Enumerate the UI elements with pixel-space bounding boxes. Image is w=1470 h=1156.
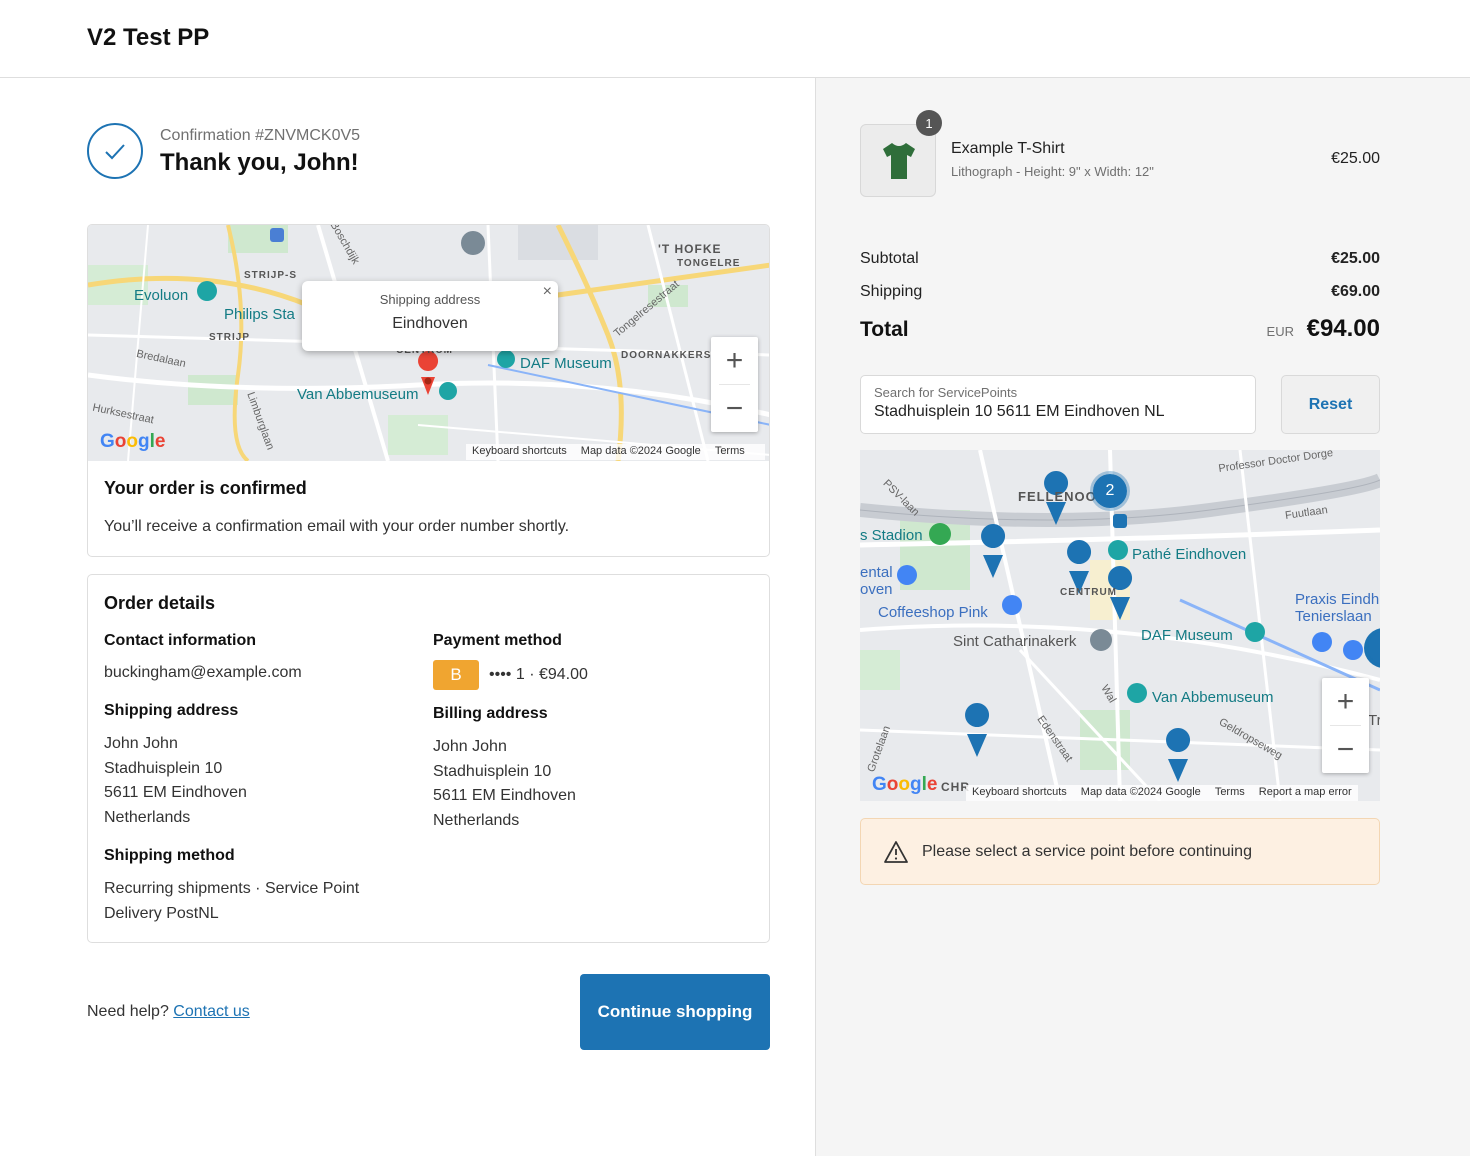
confirmation-number: Confirmation #ZNVMCK0V5 xyxy=(160,127,361,144)
thank-you-heading: Thank you, John! xyxy=(160,149,359,176)
tshirt-icon xyxy=(883,143,915,179)
map-label: Van Abbemuseum xyxy=(1152,689,1274,706)
order-details-card: Order details Contact information buckin… xyxy=(87,574,770,943)
info-window-city: Eindhoven xyxy=(392,315,468,332)
terms-link[interactable]: Terms xyxy=(1215,786,1245,798)
product-name: Example T-Shirt xyxy=(951,140,1065,157)
map-data-text: Map data ©2024 Google xyxy=(1080,786,1201,798)
map-label: Sint Catharinakerk xyxy=(953,633,1077,650)
zoom-in-button[interactable]: + xyxy=(1322,678,1369,725)
warning-text: Please select a service point before con… xyxy=(922,843,1252,860)
zoom-out-button[interactable]: − xyxy=(711,385,758,432)
map-label: DOORNAKKERS xyxy=(621,350,712,361)
reset-button[interactable]: Reset xyxy=(1281,375,1380,434)
map-attribution: Keyboard shortcuts Map data ©2024 Google T… xyxy=(466,444,765,460)
keyboard-shortcuts-link[interactable]: Keyboard shortcuts xyxy=(972,786,1067,798)
shipping-address-info-window: Shipping address Eindhoven × xyxy=(302,281,558,351)
product-price: €25.00 xyxy=(1331,150,1380,167)
store-name[interactable]: V2 Test PP xyxy=(87,24,209,52)
map-label: oven xyxy=(860,581,893,598)
map-label: Van Abbemuseum xyxy=(297,386,419,403)
billing-address: John John Stadhuisplein 10 5611 EM Eindh… xyxy=(433,738,576,829)
continue-shopping-button[interactable]: Continue shopping xyxy=(580,974,770,1050)
map-label: TONGELRE xyxy=(677,258,741,269)
google-logo[interactable]: Google xyxy=(872,774,937,796)
warning-icon xyxy=(884,841,908,863)
map-label: DAF Museum xyxy=(520,355,612,372)
quantity-badge: 1 xyxy=(916,110,942,136)
total-label: Total xyxy=(860,318,909,341)
report-map-error-link[interactable]: Report a map error xyxy=(1259,786,1352,798)
map-zoom-controls: + − xyxy=(711,337,758,432)
contact-heading: Contact information xyxy=(104,632,256,649)
total-currency: EUR xyxy=(1266,324,1294,339)
search-label: Search for ServicePoints xyxy=(874,385,1018,400)
map-label: STRIJP-S xyxy=(244,270,298,281)
map-label: 'T HOFKE xyxy=(658,242,722,256)
billing-address-heading: Billing address xyxy=(433,705,548,722)
map-label: Evoluon xyxy=(134,287,189,304)
map-data-text: Map data ©2024 Google xyxy=(580,445,701,457)
close-icon[interactable]: × xyxy=(543,283,552,301)
service-point-warning: Please select a service point before con… xyxy=(860,818,1380,885)
map-label: Praxis Eindh xyxy=(1295,591,1380,608)
subtotal-value: €25.00 xyxy=(1331,250,1380,267)
shipping-method-heading: Shipping method xyxy=(104,847,235,864)
service-point-search-input[interactable]: Search for ServicePoints Stadhuisplein 1… xyxy=(860,375,1256,434)
contact-email: buckingham@example.com xyxy=(104,664,302,681)
map-label: DAF Museum xyxy=(1141,627,1233,644)
order-confirmed-title: Your order is confirmed xyxy=(104,478,307,498)
payment-brand-icon: B xyxy=(433,660,479,690)
check-circle-icon xyxy=(87,123,143,179)
order-confirmed-text: You’ll receive a confirmation email with… xyxy=(104,518,570,535)
service-point-map[interactable]: FELLENOORD s Stadion Pathé Eindhoven ent… xyxy=(860,450,1380,801)
google-logo[interactable]: Google xyxy=(100,431,165,453)
map-label: STRIJP xyxy=(209,332,251,343)
map-label: ental xyxy=(860,564,893,581)
map-label: Pathé Eindhoven xyxy=(1132,546,1247,563)
shipping-address-heading: Shipping address xyxy=(104,702,239,719)
info-window-title: Shipping address xyxy=(379,292,481,307)
map-label: s Stadion xyxy=(860,527,923,544)
shipping-address-map[interactable]: Evoluon Philips Sta STRIJP-S STRIJP Bred… xyxy=(88,225,769,461)
search-value[interactable]: Stadhuisplein 10 5611 EM Eindhoven NL xyxy=(874,403,1165,421)
map-label: Tr xyxy=(1368,712,1380,729)
zoom-in-button[interactable]: + xyxy=(711,337,758,384)
map-label: Tenierslaan xyxy=(1295,608,1372,625)
need-help-text: Need help? xyxy=(87,1003,169,1020)
order-confirmed-card: Evoluon Philips Sta STRIJP-S STRIJP Bred… xyxy=(87,224,770,557)
contact-us-link[interactable]: Contact us xyxy=(173,1003,249,1020)
shipping-label: Shipping xyxy=(860,283,923,300)
map-attribution: Keyboard shortcuts Map data ©2024 Google T… xyxy=(966,785,1358,801)
map-label: Philips Sta xyxy=(224,306,295,323)
map-label: CENTRUM xyxy=(1060,587,1117,598)
shipping-address: John John Stadhuisplein 10 5611 EM Eindh… xyxy=(104,735,247,826)
payment-method-text: •••• 1 · €94.00 xyxy=(489,666,588,683)
total-value: €94.00 xyxy=(1306,315,1380,342)
terms-link[interactable]: Terms xyxy=(715,445,745,457)
order-details-title: Order details xyxy=(104,593,216,613)
keyboard-shortcuts-link[interactable]: Keyboard shortcuts xyxy=(472,445,567,457)
product-variant: Lithograph - Height: 9" x Width: 12" xyxy=(951,164,1154,179)
shipping-method: Recurring shipments · Service Point Deli… xyxy=(104,880,360,922)
service-point-cluster[interactable]: 2 xyxy=(1090,471,1130,511)
header: V2 Test PP xyxy=(0,0,1470,78)
subtotal-label: Subtotal xyxy=(860,250,919,267)
shipping-value: €69.00 xyxy=(1331,283,1380,300)
payment-method-heading: Payment method xyxy=(433,632,562,649)
map-label: Coffeeshop Pink xyxy=(878,604,988,621)
need-help: Need help? Contact us xyxy=(87,1003,250,1021)
map-zoom-controls: + − xyxy=(1322,678,1369,773)
zoom-out-button[interactable]: − xyxy=(1322,726,1369,773)
